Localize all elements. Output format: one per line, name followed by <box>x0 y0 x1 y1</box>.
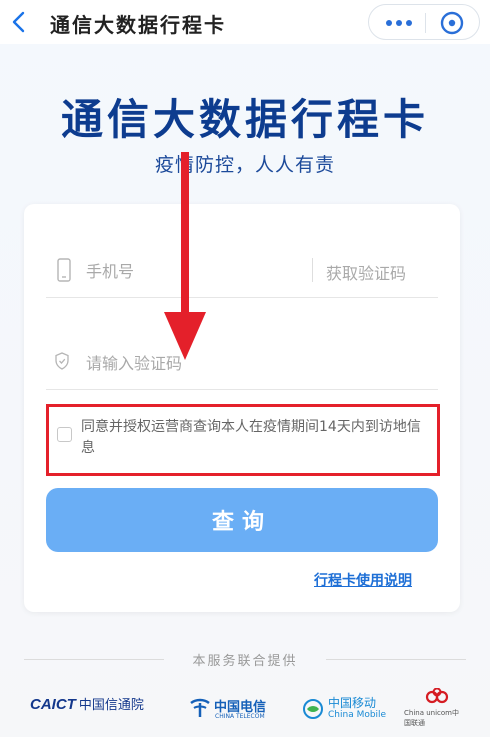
phone-row-divider <box>312 258 313 282</box>
hero-subtitle: 疫情防控，人人有责 <box>154 154 335 176</box>
china-mobile-logo: 中国移动 China Mobile <box>302 694 388 724</box>
caict-logo: CAICT 中国信通院 <box>30 694 160 724</box>
telecom-emblem-icon <box>190 698 210 717</box>
close-button[interactable] <box>439 10 465 36</box>
query-button[interactable]: 查询 <box>46 488 438 552</box>
more-button[interactable] <box>381 11 417 35</box>
unicom-logo-text: China unicom中国联通 <box>404 709 459 727</box>
back-button[interactable] <box>6 8 34 36</box>
agreement-checkbox[interactable] <box>57 427 72 442</box>
chevron-left-icon <box>12 11 25 33</box>
telecom-logo-en: CHINA TELECOM <box>215 713 265 720</box>
phone-icon <box>57 258 71 282</box>
code-row <box>46 344 438 390</box>
phone-row: 获取验证码 <box>46 252 438 298</box>
caict-logo-en: CAICT <box>30 696 76 713</box>
agreement-text: 同意并授权运营商查询本人在疫情期间14天内到访地信息 <box>81 419 421 456</box>
verification-code-input[interactable] <box>86 350 406 376</box>
nav-title: 通信大数据行程卡 <box>50 13 226 37</box>
usage-guide-link[interactable]: 行程卡使用说明 <box>314 570 412 590</box>
close-circle-icon <box>440 11 464 35</box>
shield-icon <box>55 352 69 370</box>
mobile-logo-en: China Mobile <box>328 710 387 720</box>
mobile-logo-cn: 中国移动 <box>328 696 377 710</box>
hero-title: 通信大数据行程卡 <box>60 95 429 144</box>
china-telecom-logo: 中国电信 CHINA TELECOM <box>188 694 284 724</box>
nav-bar: 通信大数据行程卡 <box>0 0 490 44</box>
mini-program-capsule <box>368 4 480 40</box>
more-dots-icon <box>386 20 412 26</box>
caict-logo-cn: 中国信通院 <box>78 698 144 713</box>
china-unicom-logo: China unicom中国联通 <box>404 688 464 727</box>
mobile-emblem-icon <box>303 699 323 719</box>
unicom-knot-icon <box>425 688 449 704</box>
phone-input[interactable] <box>86 258 306 284</box>
agreement-highlight-box: 同意并授权运营商查询本人在疫情期间14天内到访地信息 <box>46 404 440 476</box>
provided-by-text: 本服务联合提供 <box>192 654 298 669</box>
capsule-divider <box>425 13 426 33</box>
get-code-button[interactable]: 获取验证码 <box>326 260 406 284</box>
